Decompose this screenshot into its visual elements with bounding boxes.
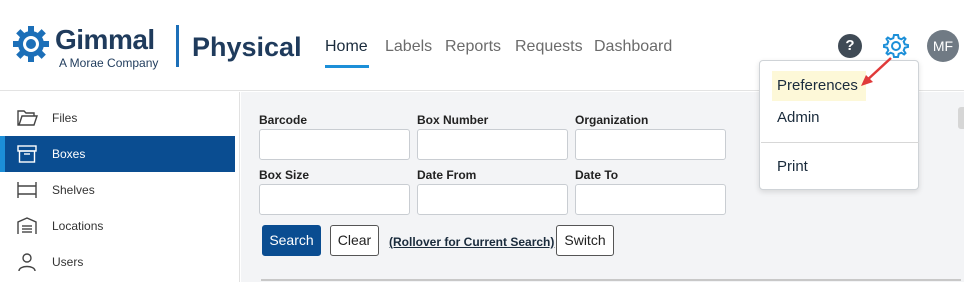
barcode-input[interactable] — [259, 129, 410, 160]
barcode-label: Barcode — [259, 113, 308, 127]
shelves-icon — [17, 182, 37, 198]
help-button[interactable]: ? — [838, 34, 862, 58]
logo-tagline: A Morae Company — [59, 56, 159, 70]
sidebar-item-label: Shelves — [52, 183, 95, 197]
switch-button[interactable]: Switch — [556, 225, 614, 256]
header-divider — [176, 25, 179, 67]
sidebar-item-label: Users — [52, 255, 84, 269]
sidebar-item-locations[interactable]: Locations — [0, 208, 235, 244]
nav-requests[interactable]: Requests — [515, 37, 583, 57]
menu-separator — [761, 142, 919, 143]
box-size-label: Box Size — [259, 168, 310, 182]
box-number-input[interactable] — [417, 129, 568, 160]
sidebar-item-users[interactable]: Users — [0, 244, 235, 280]
sidebar-item-label: Files — [52, 111, 78, 125]
sidebar-item-boxes[interactable]: Boxes — [0, 136, 235, 172]
user-avatar[interactable]: MF — [927, 30, 959, 62]
organization-label: Organization — [575, 113, 649, 127]
gear-icon[interactable] — [882, 32, 910, 60]
date-to-label: Date To — [575, 168, 619, 182]
logo-wordmark: Gimmal — [55, 24, 155, 55]
menu-item-label: Admin — [777, 109, 820, 126]
sidebar-item-label: Locations — [52, 219, 104, 233]
nav-reports[interactable]: Reports — [445, 37, 501, 57]
folder-icon — [17, 110, 38, 126]
rollover-search-link[interactable]: (Rollover for Current Search) — [389, 235, 554, 249]
side-scroll-handle[interactable] — [958, 107, 964, 129]
box-size-input[interactable] — [259, 184, 410, 215]
gimmal-logo[interactable]: Gimmal A Morae Company — [11, 22, 161, 72]
nav-dashboard[interactable]: Dashboard — [594, 37, 672, 57]
nav-labels[interactable]: Labels — [385, 37, 432, 57]
menu-item-admin[interactable]: Admin — [761, 103, 919, 133]
sidebar: Files Boxes Shelves Locations Users — [0, 92, 240, 282]
sidebar-item-shelves[interactable]: Shelves — [0, 172, 235, 208]
date-from-input[interactable] — [417, 184, 568, 215]
menu-item-print[interactable]: Print — [761, 152, 919, 182]
sidebar-item-label: Boxes — [52, 147, 86, 161]
date-from-label: Date From — [417, 168, 477, 182]
search-button[interactable]: Search — [262, 225, 321, 256]
menu-item-label: Preferences — [777, 77, 858, 94]
settings-menu: Preferences Admin Print — [759, 60, 919, 190]
box-icon — [17, 145, 37, 163]
menu-item-preferences[interactable]: Preferences — [761, 71, 919, 101]
sidebar-item-files[interactable]: Files — [0, 100, 235, 136]
question-circle-icon: ? — [845, 37, 855, 54]
user-icon — [18, 253, 36, 272]
nav-active-indicator — [325, 65, 369, 68]
box-number-label: Box Number — [417, 113, 489, 127]
warehouse-icon — [17, 217, 37, 234]
logo-gear-icon — [13, 26, 49, 62]
organization-input[interactable] — [575, 129, 726, 160]
clear-button[interactable]: Clear — [330, 225, 379, 256]
date-to-input[interactable] — [575, 184, 726, 215]
active-indicator — [0, 136, 5, 172]
menu-item-label: Print — [777, 158, 808, 175]
nav-home[interactable]: Home — [325, 37, 368, 57]
panel-divider — [261, 279, 961, 281]
product-title: Physical — [192, 32, 302, 62]
